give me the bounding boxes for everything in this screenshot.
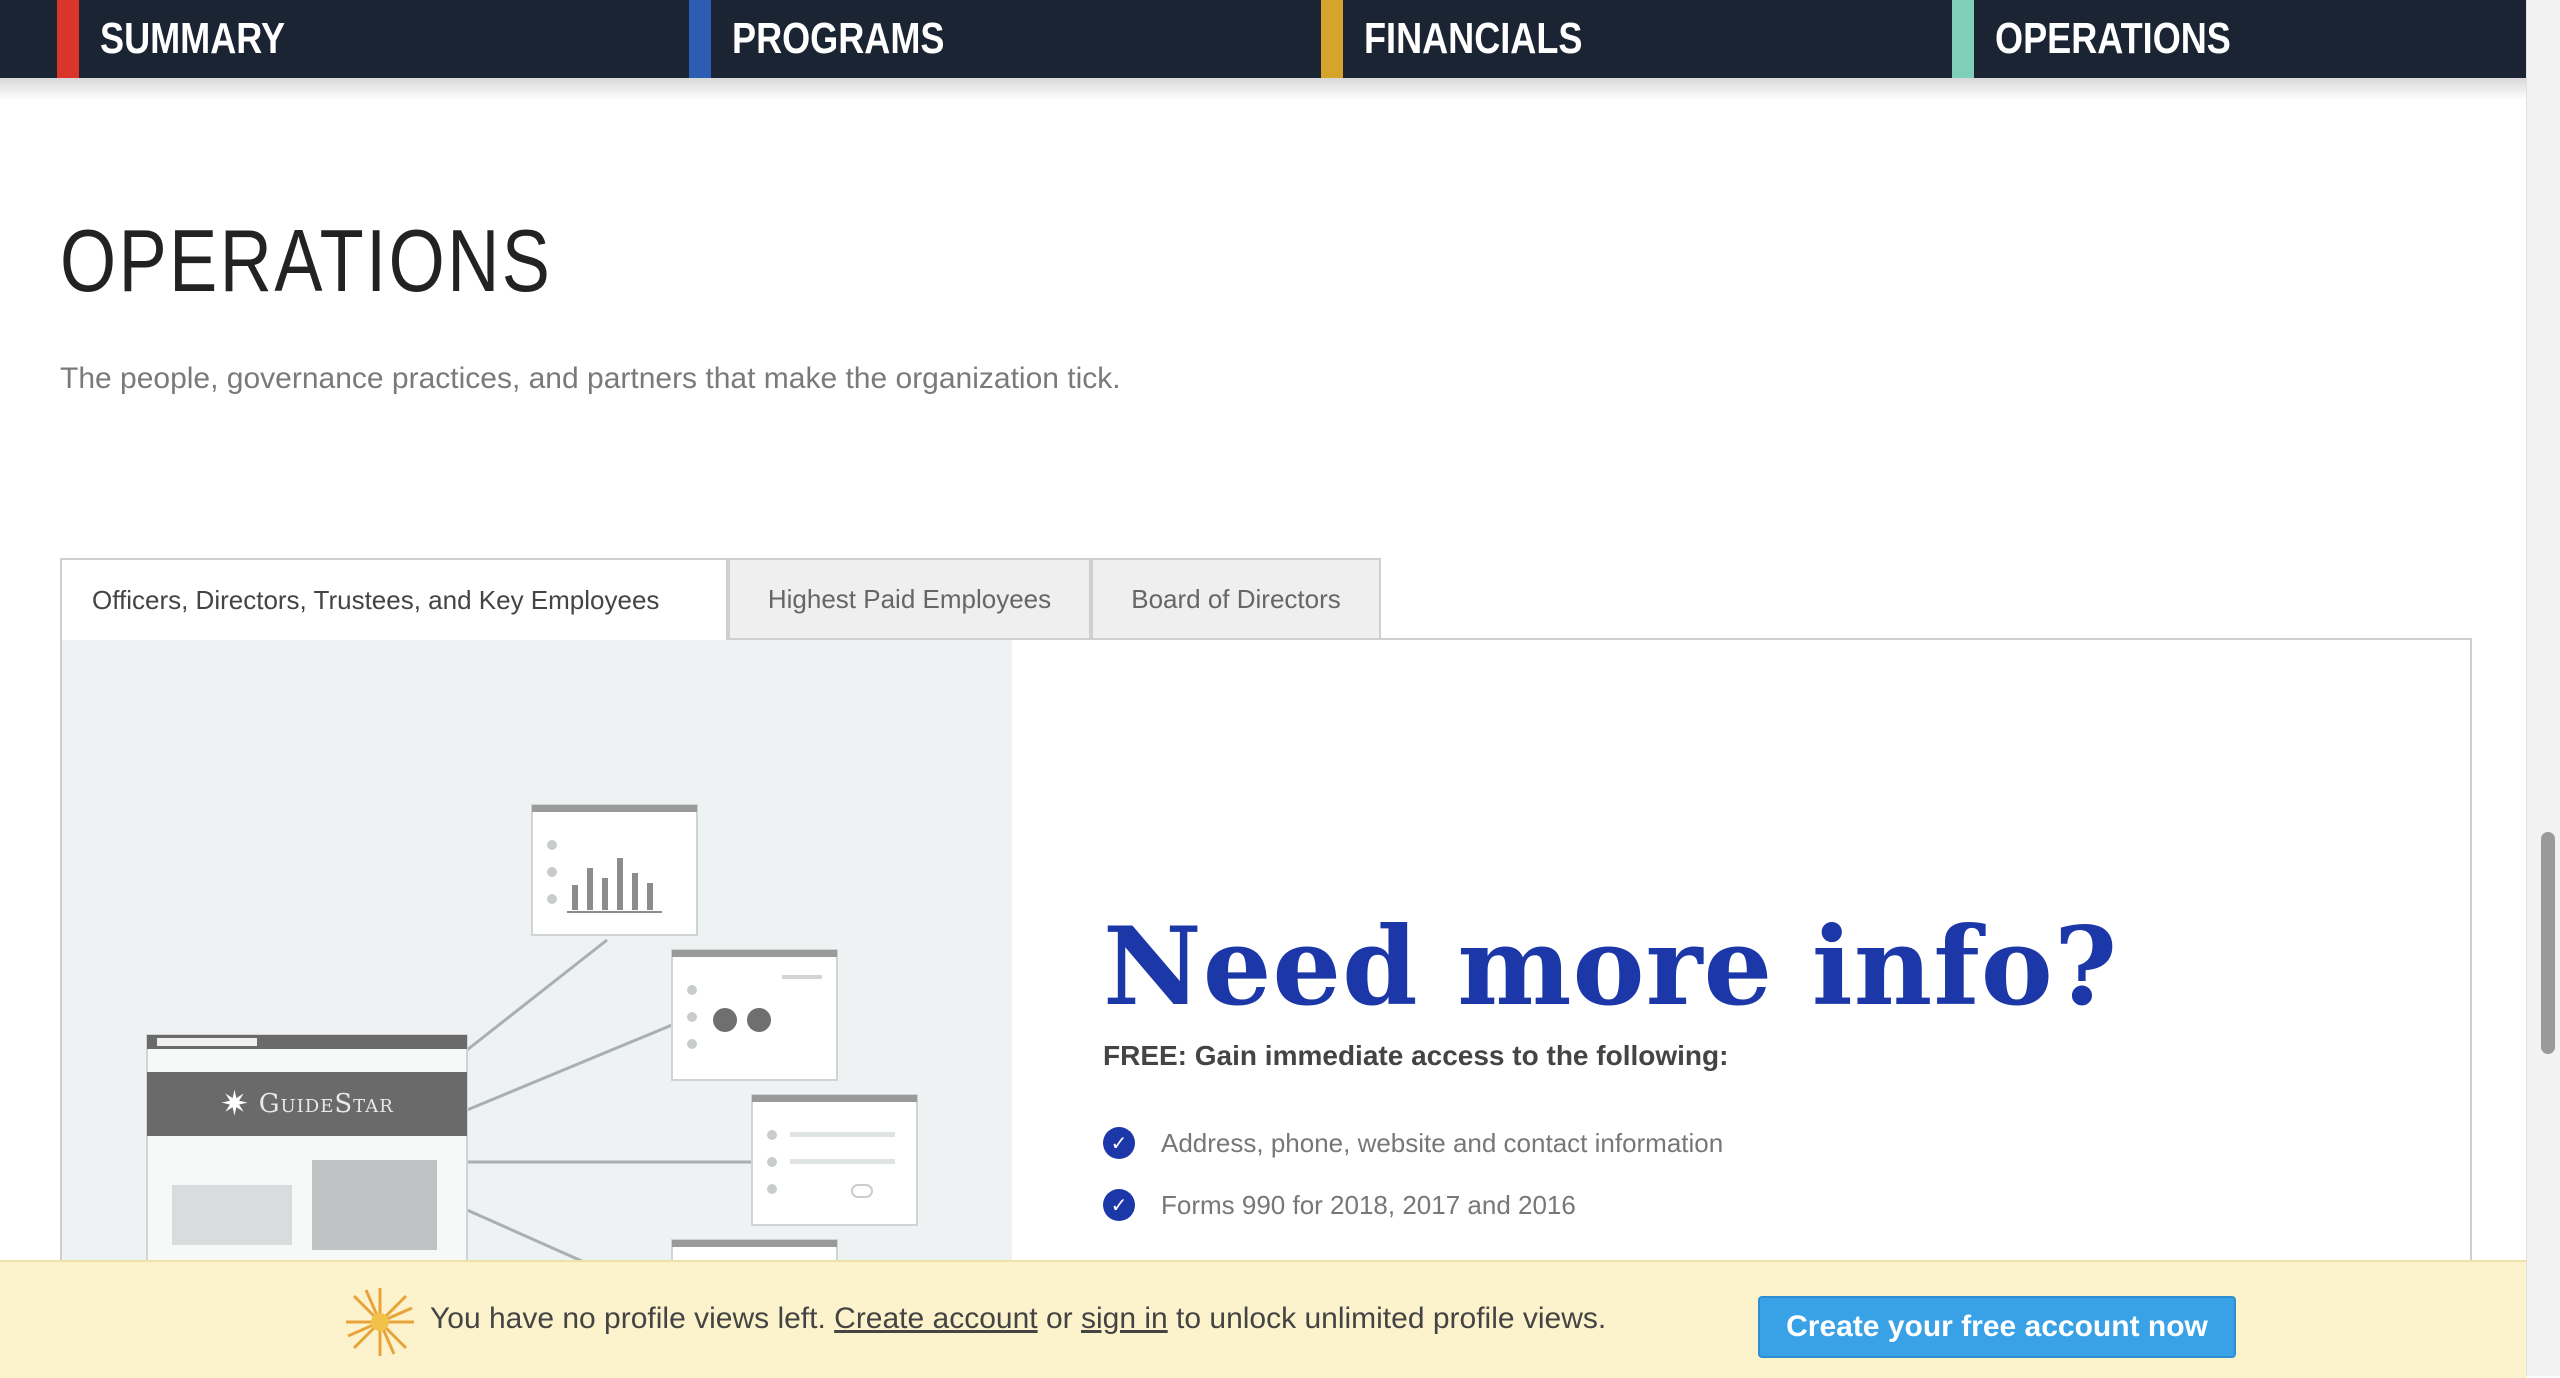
nav-tab-label: FINANCIALS [1363,14,1582,63]
page-subtitle: The people, governance practices, and pa… [60,362,1121,395]
benefit-text: Address, phone, website and contact info… [1161,1127,1724,1158]
financials-color-stripe [1320,0,1343,78]
nav-tab-label: SUMMARY [100,14,286,63]
star-icon: ✷ [220,1084,249,1124]
list-item: ✓ Forms 990 for 2018, 2017 and 2016 [1103,1174,1723,1236]
operations-color-stripe [1952,0,1975,78]
operations-tabs: Officers, Directors, Trustees, and Key E… [60,558,1381,640]
nav-tab-financials[interactable]: FINANCIALS [1264,0,1896,78]
create-free-account-button[interactable]: Create your free account now [1758,1296,2236,1358]
section-nav: SUMMARY PROGRAMS FINANCIALS OPERATIONS [0,0,2527,78]
banner-text-after: to unlock unlimited profile views. [1176,1302,1607,1335]
nav-tab-programs[interactable]: PROGRAMS [632,0,1264,78]
tab-highest-paid-employees[interactable]: Highest Paid Employees [728,558,1091,638]
checkmark-icon: ✓ [1103,1127,1135,1159]
logo-text: GuideStar [258,1089,394,1119]
nav-shadow [0,78,2527,100]
sign-in-link[interactable]: sign in [1081,1302,1168,1335]
page-title: OPERATIONS [60,211,553,310]
programs-color-stripe [688,0,711,78]
nav-tab-summary[interactable]: SUMMARY [0,0,632,78]
nav-tab-label: OPERATIONS [1995,14,2232,63]
nav-tab-operations[interactable]: OPERATIONS [1895,0,2527,78]
benefits-list: ✓ Address, phone, website and contact in… [1103,1112,1723,1236]
create-account-link[interactable]: Create account [834,1302,1037,1335]
summary-color-stripe [57,0,79,78]
banner-message: You have no profile views left. Create a… [430,1302,1606,1336]
benefit-text: Forms 990 for 2018, 2017 and 2016 [1161,1189,1576,1220]
tab-officers-directors[interactable]: Officers, Directors, Trustees, and Key E… [60,558,728,640]
checkmark-icon: ✓ [1103,1189,1135,1221]
list-item: ✓ Address, phone, website and contact in… [1103,1112,1723,1174]
guidestar-logo: ✷ GuideStar [147,1072,467,1136]
banner-or: or [1045,1302,1073,1335]
sunburst-icon [346,1288,414,1356]
promo-title: Need more info? [1103,904,2119,1030]
nav-tab-label: PROGRAMS [731,14,945,63]
scrollbar-thumb[interactable] [2541,832,2555,1054]
promo-free-line: FREE: Gain immediate access to the follo… [1103,1040,1729,1071]
scrollbar[interactable] [2526,0,2560,1376]
tab-board-of-directors[interactable]: Board of Directors [1091,558,1381,638]
banner-text-before: You have no profile views left. [430,1302,826,1335]
